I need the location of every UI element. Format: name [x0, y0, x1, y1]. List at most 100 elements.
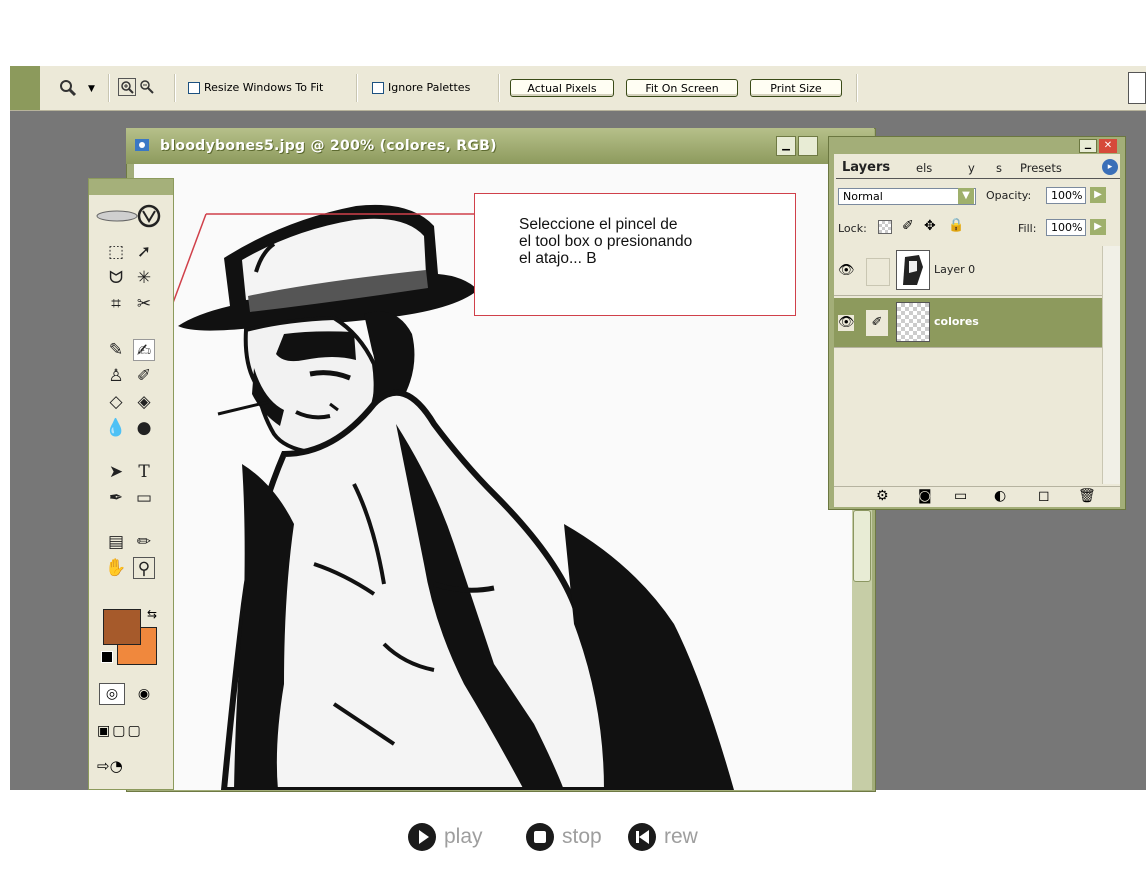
- quick-mask-mode-icon[interactable]: ◉: [131, 683, 157, 705]
- clone-stamp-tool-icon[interactable]: ♙: [105, 365, 127, 387]
- adjustment-layer-icon[interactable]: ◐: [994, 488, 1006, 504]
- hand-tool-icon[interactable]: ✋: [105, 557, 127, 579]
- color-swatches: ⇆: [101, 607, 163, 667]
- blend-mode-select[interactable]: Normal: [838, 188, 976, 205]
- palette-tabs: Layers els y s Presets ▸: [836, 156, 1120, 179]
- palette-scrollbar[interactable]: [1102, 246, 1120, 484]
- actual-pixels-button[interactable]: Actual Pixels: [510, 79, 614, 97]
- ignore-palettes-checkbox[interactable]: [372, 82, 384, 94]
- blend-mode-dropdown-icon[interactable]: ▼: [958, 188, 974, 204]
- lock-label: Lock:: [838, 222, 867, 235]
- palette-bottom-bar: ⚙ ◙ ▭ ◐ ◻ 🗑: [834, 486, 1120, 507]
- fill-slider-icon[interactable]: ▶: [1090, 219, 1106, 235]
- palette-well-icon[interactable]: [1128, 72, 1146, 104]
- trash-icon[interactable]: 🗑: [1078, 488, 1096, 504]
- fit-on-screen-button[interactable]: Fit On Screen: [626, 79, 738, 97]
- scrollbar-thumb[interactable]: [853, 510, 871, 582]
- new-group-icon[interactable]: ▭: [954, 488, 967, 504]
- layer-thumbnail: [896, 302, 930, 342]
- brush-edit-icon[interactable]: ✐: [866, 310, 888, 336]
- callout-line-3: el atajo... B: [519, 250, 597, 267]
- jump-to-imageready-icon[interactable]: ⇨◔: [97, 757, 163, 779]
- stop-icon: [526, 823, 554, 851]
- layer-row-selected[interactable]: 👁 ✐ colores: [834, 298, 1102, 348]
- tab-channels[interactable]: els: [916, 161, 932, 175]
- lock-all-icon[interactable]: 🔒: [948, 218, 964, 233]
- brush-tool-icon[interactable]: ✍: [133, 339, 155, 361]
- marquee-tool-icon[interactable]: ⬚: [105, 241, 127, 263]
- options-bar: ▼ Resize Windows To Fit Ignore Palettes …: [10, 66, 1146, 111]
- lock-position-icon[interactable]: ✥: [924, 218, 936, 234]
- path-selection-tool-icon[interactable]: ➤: [105, 461, 127, 483]
- minimize-button[interactable]: ▁: [776, 136, 796, 156]
- history-brush-tool-icon[interactable]: ✐: [133, 365, 155, 387]
- blur-tool-icon[interactable]: 💧: [105, 417, 127, 439]
- tab-history[interactable]: y: [968, 161, 975, 175]
- tab-layers[interactable]: Layers: [842, 160, 890, 175]
- palette-close-button[interactable]: ✕: [1099, 139, 1117, 153]
- tab-actions[interactable]: s: [996, 161, 1002, 175]
- screen-mode-icons[interactable]: ▣▢▢: [97, 723, 163, 743]
- lock-image-icon[interactable]: ✐: [902, 218, 914, 234]
- palette-menu-icon[interactable]: ▸: [1102, 159, 1118, 175]
- document-icon: [134, 136, 152, 154]
- layer-mask-icon[interactable]: ◙: [918, 488, 932, 504]
- zoom-icon[interactable]: [58, 78, 78, 98]
- layer-link-slot[interactable]: [866, 258, 890, 286]
- new-layer-icon[interactable]: ◻: [1038, 488, 1050, 504]
- tab-presets[interactable]: Presets: [1020, 161, 1062, 175]
- swap-colors-icon[interactable]: ⇆: [147, 607, 157, 621]
- zoom-in-icon[interactable]: [118, 78, 136, 96]
- rew-label: rew: [664, 825, 698, 848]
- move-tool-icon[interactable]: ➚: [133, 241, 155, 263]
- tool-preset-dropdown-icon[interactable]: ▼: [88, 84, 95, 94]
- visibility-eye-icon[interactable]: 👁: [838, 315, 855, 331]
- visibility-eye-icon[interactable]: 👁: [838, 263, 855, 279]
- play-button[interactable]: play: [408, 822, 483, 852]
- type-tool-icon[interactable]: T: [133, 461, 155, 483]
- default-colors-icon[interactable]: [101, 651, 113, 663]
- dodge-tool-icon[interactable]: ●: [133, 417, 155, 439]
- layer-style-icon[interactable]: ⚙: [876, 488, 889, 504]
- callout-line-2: el tool box o presionando: [519, 233, 693, 250]
- lock-transparency-icon[interactable]: [878, 220, 892, 234]
- rewind-button[interactable]: rew: [628, 822, 698, 852]
- standard-mode-icon[interactable]: ◎: [99, 683, 125, 705]
- resize-windows-label: Resize Windows To Fit: [204, 81, 324, 94]
- layer-row[interactable]: 👁 Layer 0: [834, 246, 1102, 296]
- palette-minimize-button[interactable]: ▁: [1079, 139, 1097, 153]
- zoom-tool-icon[interactable]: ⚲: [133, 557, 155, 579]
- slice-tool-icon[interactable]: ✂: [133, 293, 155, 315]
- callout-line-1: Seleccione el pincel de: [519, 216, 678, 233]
- healing-brush-tool-icon[interactable]: ✎: [105, 339, 127, 361]
- pen-tool-icon[interactable]: ✒: [105, 487, 127, 509]
- layer-thumbnail: [896, 250, 930, 290]
- lasso-tool-icon[interactable]: ᗢ: [105, 267, 127, 289]
- adobe-online-icon[interactable]: [93, 201, 167, 231]
- rewind-icon: [628, 823, 656, 851]
- toolbox-header[interactable]: [89, 179, 173, 195]
- print-size-button[interactable]: Print Size: [750, 79, 842, 97]
- ignore-palettes-label: Ignore Palettes: [388, 81, 471, 94]
- eyedropper-tool-icon[interactable]: ✏: [133, 531, 155, 553]
- document-titlebar[interactable]: bloodybones5.jpg @ 200% (colores, RGB) ▁: [126, 128, 874, 164]
- maximize-button[interactable]: [798, 136, 818, 156]
- eraser-tool-icon[interactable]: ◇: [105, 391, 127, 413]
- stop-label: stop: [562, 825, 602, 848]
- opacity-field[interactable]: 100%: [1046, 187, 1086, 204]
- magic-wand-tool-icon[interactable]: ✳: [133, 267, 155, 289]
- document-title: bloodybones5.jpg @ 200% (colores, RGB): [160, 138, 497, 154]
- fill-label: Fill:: [1018, 222, 1037, 235]
- resize-windows-checkbox[interactable]: [188, 82, 200, 94]
- stop-button[interactable]: stop: [526, 822, 602, 852]
- fill-field[interactable]: 100%: [1046, 219, 1086, 236]
- notes-tool-icon[interactable]: ▤: [105, 531, 127, 553]
- options-bar-grip[interactable]: [10, 66, 40, 110]
- zoom-out-icon[interactable]: [138, 78, 156, 96]
- crop-tool-icon[interactable]: ⌗: [105, 293, 127, 315]
- rectangle-tool-icon[interactable]: ▭: [133, 487, 155, 509]
- paint-bucket-tool-icon[interactable]: ◈: [133, 391, 155, 413]
- blend-mode-value: Normal: [843, 190, 883, 203]
- opacity-slider-icon[interactable]: ▶: [1090, 187, 1106, 203]
- foreground-color-swatch[interactable]: [103, 609, 141, 645]
